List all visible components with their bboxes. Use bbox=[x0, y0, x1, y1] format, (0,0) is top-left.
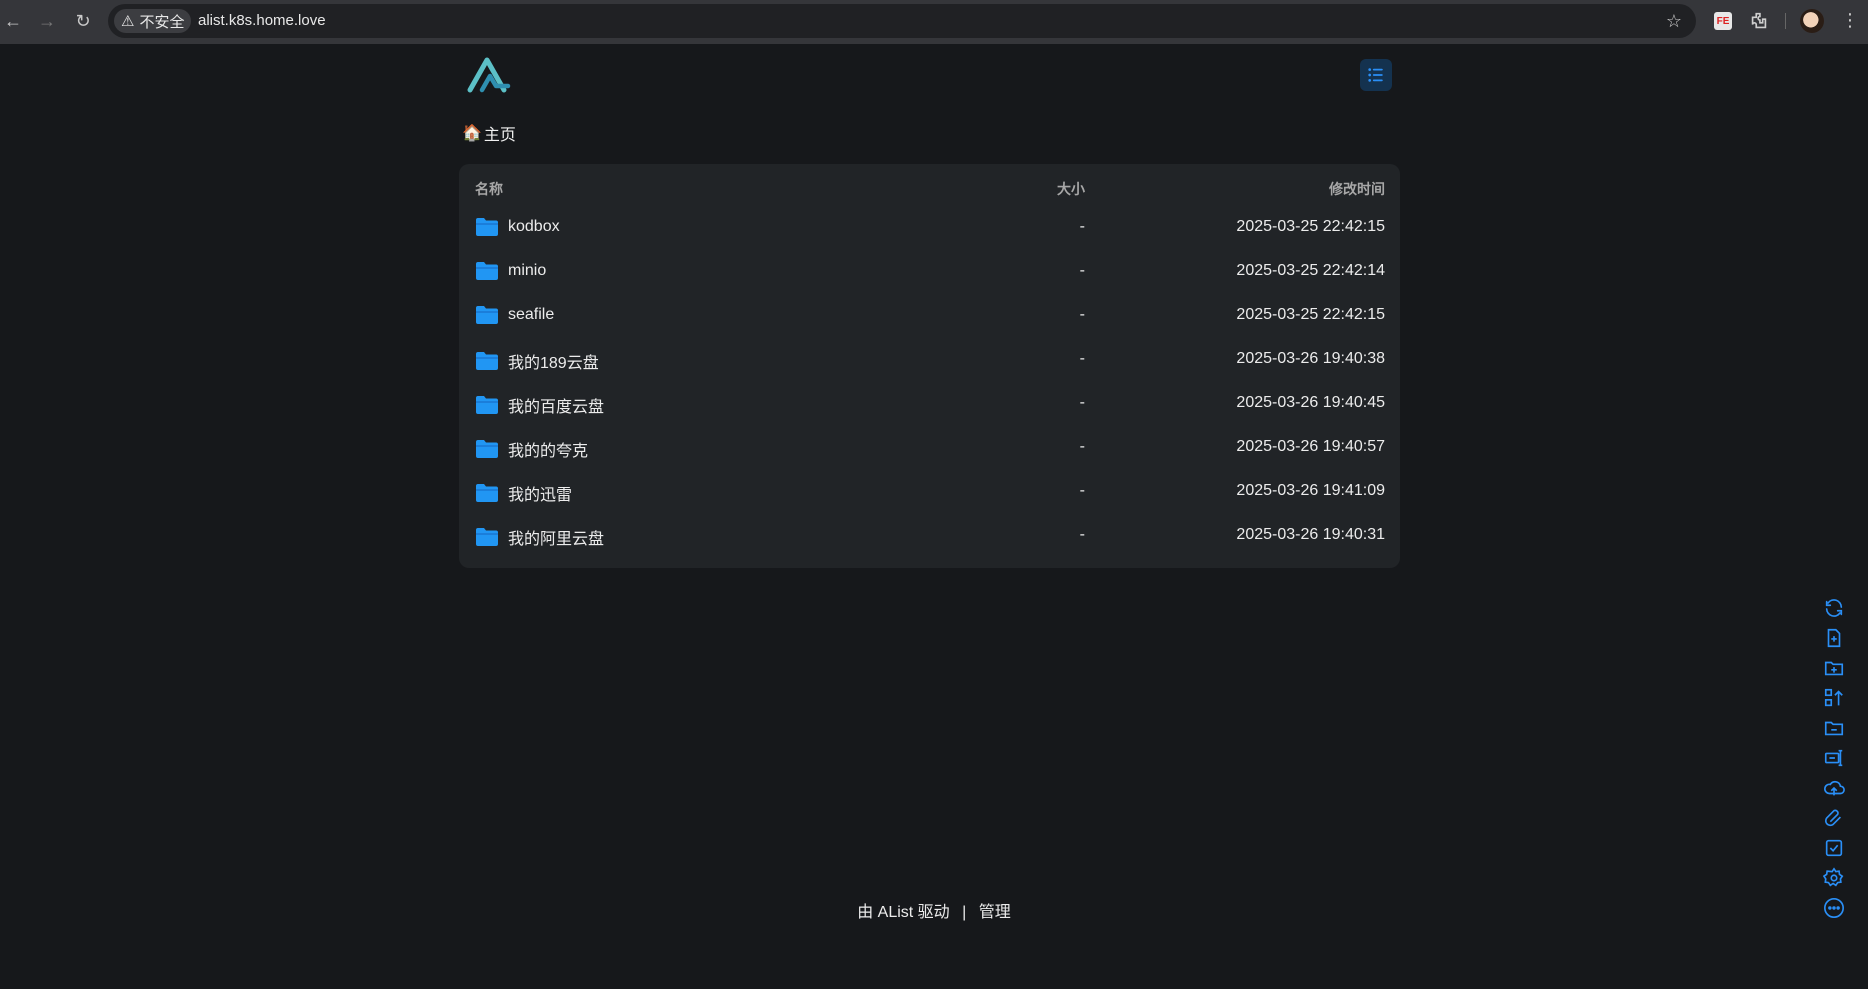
file-name-cell[interactable]: kodbox bbox=[475, 217, 560, 237]
refresh-icon[interactable] bbox=[1822, 596, 1846, 620]
security-label: 不安全 bbox=[139, 13, 185, 31]
file-name[interactable]: 我的的夸克 bbox=[508, 437, 588, 461]
forward-button[interactable]: → bbox=[34, 8, 60, 34]
manage-link[interactable]: 管理 bbox=[979, 904, 1011, 921]
upload-icon[interactable] bbox=[1822, 776, 1846, 800]
list-icon bbox=[1368, 68, 1383, 82]
bookmark-star-icon[interactable]: ☆ bbox=[1662, 9, 1686, 33]
alist-logo[interactable] bbox=[466, 54, 512, 96]
alist-page: 🏠 主页 名称 大小 修改时间 kodbox - 2025-03-25 22:42:… bbox=[0, 44, 1868, 989]
file-size: - bbox=[1079, 350, 1085, 367]
folder-icon bbox=[475, 527, 499, 547]
file-size: - bbox=[1079, 306, 1085, 323]
header-size[interactable]: 大小 bbox=[1057, 179, 1085, 199]
new-folder-icon[interactable] bbox=[1822, 656, 1846, 680]
file-modified: 2025-03-26 19:40:38 bbox=[1236, 350, 1385, 367]
file-name-cell[interactable]: 我的阿里云盘 bbox=[475, 525, 604, 549]
file-name-cell[interactable]: 我的百度云盘 bbox=[475, 393, 604, 417]
file-modified: 2025-03-25 22:42:14 bbox=[1236, 262, 1385, 279]
file-name[interactable]: 我的迅雷 bbox=[508, 481, 572, 505]
list-header: 名称 大小 修改时间 bbox=[459, 164, 1400, 206]
extensions-puzzle-icon[interactable] bbox=[1748, 10, 1770, 32]
address-bar[interactable]: ⚠ 不安全 alist.k8s.home.love ☆ bbox=[108, 4, 1696, 38]
folder-icon bbox=[475, 483, 499, 503]
file-list: 名称 大小 修改时间 kodbox - 2025-03-25 22:42:15 min… bbox=[459, 164, 1400, 568]
security-indicator[interactable]: ⚠ 不安全 bbox=[114, 9, 192, 33]
file-size: - bbox=[1079, 218, 1085, 235]
file-name-cell[interactable]: minio bbox=[475, 261, 546, 281]
file-modified: 2025-03-25 22:42:15 bbox=[1236, 218, 1385, 235]
breadcrumb-home-link[interactable]: 主页 bbox=[484, 121, 516, 145]
back-button[interactable]: ← bbox=[0, 8, 26, 34]
folder-icon bbox=[475, 351, 499, 371]
file-row[interactable]: kodbox - 2025-03-25 22:42:15 bbox=[459, 206, 1400, 250]
file-modified: 2025-03-26 19:40:57 bbox=[1236, 438, 1385, 455]
file-name-cell[interactable]: seafile bbox=[475, 305, 554, 325]
file-name[interactable]: minio bbox=[508, 262, 546, 280]
warning-icon: ⚠ bbox=[121, 13, 135, 30]
file-row[interactable]: minio - 2025-03-25 22:42:14 bbox=[459, 250, 1400, 294]
file-modified: 2025-03-25 22:42:15 bbox=[1236, 306, 1385, 323]
fe-extension-icon[interactable]: FE bbox=[1714, 12, 1732, 30]
file-name[interactable]: kodbox bbox=[508, 218, 560, 236]
remove-empty-folder-icon[interactable] bbox=[1822, 716, 1846, 740]
layout-toggle-button[interactable] bbox=[1360, 59, 1392, 91]
header-modified[interactable]: 修改时间 bbox=[1329, 179, 1385, 199]
file-size: - bbox=[1079, 262, 1085, 279]
folder-icon bbox=[475, 217, 499, 237]
settings-icon[interactable] bbox=[1822, 866, 1846, 890]
folder-icon bbox=[475, 395, 499, 415]
powered-by-link[interactable]: 由 AList 驱动 bbox=[857, 904, 949, 921]
file-name[interactable]: seafile bbox=[508, 306, 554, 324]
file-modified: 2025-03-26 19:40:45 bbox=[1236, 394, 1385, 411]
browser-menu-icon[interactable]: ⋮ bbox=[1840, 10, 1860, 32]
recursive-move-icon[interactable] bbox=[1822, 686, 1846, 710]
new-file-icon[interactable] bbox=[1822, 626, 1846, 650]
file-name-cell[interactable]: 我的的夸克 bbox=[475, 437, 588, 461]
home-icon: 🏠 bbox=[462, 125, 482, 142]
file-size: - bbox=[1079, 438, 1085, 455]
header-name[interactable]: 名称 bbox=[475, 179, 503, 199]
file-name[interactable]: 我的189云盘 bbox=[508, 349, 599, 373]
file-size: - bbox=[1079, 526, 1085, 543]
reload-button[interactable]: ↻ bbox=[70, 8, 96, 34]
select-icon[interactable] bbox=[1822, 836, 1846, 860]
browser-toolbar: ← → ↻ ⚠ 不安全 alist.k8s.home.love ☆ FE ⋮ bbox=[0, 0, 1868, 44]
file-row[interactable]: seafile - 2025-03-25 22:42:15 bbox=[459, 294, 1400, 338]
offline-download-icon[interactable] bbox=[1822, 806, 1846, 830]
batch-rename-icon[interactable] bbox=[1822, 746, 1846, 770]
file-row[interactable]: 我的的夸克 - 2025-03-26 19:40:57 bbox=[459, 426, 1400, 470]
folder-icon bbox=[475, 261, 499, 281]
file-name[interactable]: 我的阿里云盘 bbox=[508, 525, 604, 549]
file-modified: 2025-03-26 19:41:09 bbox=[1236, 482, 1385, 499]
footer-separator: | bbox=[962, 904, 967, 921]
file-row[interactable]: 我的迅雷 - 2025-03-26 19:41:09 bbox=[459, 470, 1400, 514]
file-row[interactable]: 我的阿里云盘 - 2025-03-26 19:40:31 bbox=[459, 514, 1400, 558]
footer: 由 AList 驱动 | 管理 bbox=[0, 898, 1868, 922]
folder-icon bbox=[475, 439, 499, 459]
file-row[interactable]: 我的百度云盘 - 2025-03-26 19:40:45 bbox=[459, 382, 1400, 426]
breadcrumb: 🏠 主页 bbox=[462, 121, 516, 145]
file-name[interactable]: 我的百度云盘 bbox=[508, 393, 604, 417]
file-name-cell[interactable]: 我的189云盘 bbox=[475, 349, 599, 373]
file-row[interactable]: 我的189云盘 - 2025-03-26 19:40:38 bbox=[459, 338, 1400, 382]
file-name-cell[interactable]: 我的迅雷 bbox=[475, 481, 572, 505]
file-modified: 2025-03-26 19:40:31 bbox=[1236, 526, 1385, 543]
profile-avatar[interactable] bbox=[1800, 9, 1824, 33]
file-size: - bbox=[1079, 482, 1085, 499]
url-text[interactable]: alist.k8s.home.love bbox=[198, 12, 326, 29]
folder-icon bbox=[475, 305, 499, 325]
more-icon[interactable] bbox=[1822, 896, 1846, 920]
file-size: - bbox=[1079, 394, 1085, 411]
toolbar-divider bbox=[1785, 13, 1786, 29]
